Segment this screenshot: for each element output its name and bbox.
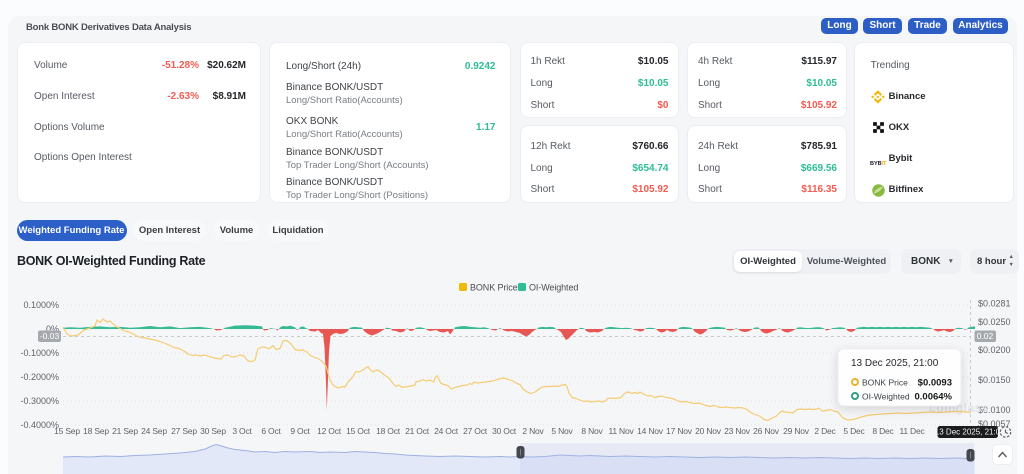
svg-text:29 Nov: 29 Nov	[783, 426, 810, 436]
svg-text:11 Dec: 11 Dec	[899, 426, 925, 436]
svg-text:OI-Weighted: OI-Weighted	[529, 283, 578, 293]
svg-text:27 Oct: 27 Oct	[463, 426, 488, 436]
svg-text:5 Nov: 5 Nov	[551, 426, 573, 436]
svg-text:24 Oct: 24 Oct	[434, 426, 459, 436]
svg-text:BONK Price: BONK Price	[862, 378, 908, 388]
svg-text:8 Dec: 8 Dec	[872, 426, 894, 436]
svg-text:21 Oct: 21 Oct	[405, 426, 430, 436]
svg-text:8 Nov: 8 Nov	[581, 426, 603, 436]
svg-text:0.02: 0.02	[977, 331, 994, 341]
svg-text:$0.0281: $0.0281	[978, 299, 1011, 309]
svg-text:14 Nov: 14 Nov	[637, 426, 664, 436]
svg-text:0.0064%: 0.0064%	[914, 392, 952, 403]
svg-text:21 Sep: 21 Sep	[112, 426, 138, 436]
svg-text:2 Dec: 2 Dec	[814, 426, 836, 436]
svg-text:0.1000%: 0.1000%	[23, 300, 59, 310]
svg-text:OI-Weighted: OI-Weighted	[862, 392, 910, 402]
svg-text:20 Nov: 20 Nov	[695, 426, 722, 436]
svg-text:18 Sep: 18 Sep	[83, 426, 109, 436]
svg-text:27 Sep: 27 Sep	[171, 426, 197, 436]
svg-text:6 Oct: 6 Oct	[261, 426, 281, 436]
svg-text:BONK Price: BONK Price	[470, 283, 518, 293]
svg-text:2 Nov: 2 Nov	[522, 426, 544, 436]
svg-text:15 Sep: 15 Sep	[54, 426, 80, 436]
svg-text:5 Dec: 5 Dec	[843, 426, 865, 436]
svg-text:26 Nov: 26 Nov	[753, 426, 780, 436]
svg-text:-0.3000%: -0.3000%	[20, 396, 59, 406]
svg-text:BYB: BYB	[870, 161, 882, 167]
svg-text:18 Oct: 18 Oct	[376, 426, 401, 436]
svg-text:12 Oct: 12 Oct	[317, 426, 342, 436]
svg-text:-0.2000%: -0.2000%	[20, 372, 59, 382]
svg-text:24 Sep: 24 Sep	[141, 426, 167, 436]
svg-text:$0.0093: $0.0093	[918, 378, 952, 389]
svg-text:IT: IT	[881, 161, 887, 167]
svg-text:15 Oct: 15 Oct	[346, 426, 371, 436]
svg-text:13 Dec 2025, 21:0: 13 Dec 2025, 21:0	[935, 428, 1001, 437]
svg-text:13 Dec 2025, 21:00: 13 Dec 2025, 21:00	[851, 358, 939, 369]
svg-text:$0.0250: $0.0250	[978, 317, 1011, 327]
svg-text:3 Oct: 3 Oct	[232, 426, 252, 436]
svg-text:17 Nov: 17 Nov	[666, 426, 693, 436]
svg-text:11 Nov: 11 Nov	[608, 426, 634, 436]
svg-text:30 Oct: 30 Oct	[492, 426, 517, 436]
svg-text:$0.0150: $0.0150	[978, 375, 1011, 385]
svg-text:-0.03: -0.03	[40, 331, 60, 341]
svg-text:$0.0200: $0.0200	[978, 345, 1011, 355]
svg-text:30 Sep: 30 Sep	[200, 426, 226, 436]
svg-text:-0.1000%: -0.1000%	[20, 348, 59, 358]
svg-text:23 Nov: 23 Nov	[724, 426, 751, 436]
svg-text:9 Oct: 9 Oct	[290, 426, 310, 436]
